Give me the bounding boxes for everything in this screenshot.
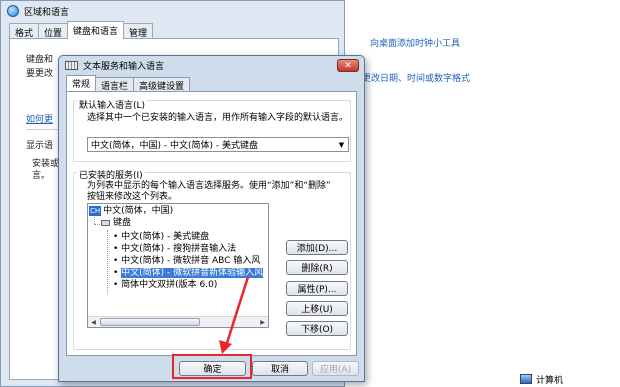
close-button[interactable]: ✕ [337,59,359,72]
cancel-button[interactable]: 取消 [252,361,308,376]
move-down-button[interactable]: 下移(O) [286,321,348,336]
tab-keyboards-languages[interactable]: 键盘和语言 [67,21,125,39]
tree-service-item[interactable]: • 中文(简体) - 搜狗拼音输入法 [113,244,236,255]
region-dialog-titlebar: 区域和语言 [1,1,344,21]
region-dialog-title: 区域和语言 [24,7,70,18]
tree-service-label: 中文(简体) - 美式键盘 [121,232,210,242]
apply-button[interactable]: 应用(A) [312,361,359,376]
remove-button[interactable]: 删除(R) [286,260,348,275]
tree-connector [94,224,100,225]
default-language-description: 选择其中一个已安装的输入语言，用作所有输入字段的默认语言。 [87,113,349,123]
chevron-down-icon[interactable]: ▼ [336,139,347,150]
scrollbar-thumb[interactable] [100,318,200,326]
tab-general[interactable]: 常规 [66,75,97,91]
how-to-link[interactable]: 如何更 [26,112,53,125]
properties-button[interactable]: 属性(P)... [286,281,348,296]
installed-services-label: 已安装的服务(I) [77,168,145,181]
computer-icon [520,374,532,384]
tree-service-item[interactable]: • 中文(简体) - 美式键盘 [113,232,209,243]
tree-connector [107,230,108,294]
dialog-body: 默认输入语言(L) 选择其中一个已安装的输入语言，用作所有输入字段的默认语言。 … [66,91,357,356]
bullet: • [113,232,122,242]
tree-keyboard-node[interactable]: 键盘 [101,218,131,229]
default-language-label: 默认输入语言(L) [77,98,148,111]
move-up-button[interactable]: 上移(U) [286,301,348,316]
taskbar-computer[interactable]: 计算机 [520,371,620,387]
taskbar-computer-label: 计算机 [536,375,564,386]
default-language-value: 中文(简体，中国) - 中文(简体) - 美式键盘 [91,141,258,151]
tree-language-node[interactable]: CH 中文(简体，中国) [89,206,173,217]
keyboard-section-text: 要更改 [26,69,54,79]
display-language-label: 显示语 [26,141,54,151]
dialog-title: 文本服务和输入语言 [83,62,165,72]
tab-location[interactable]: 位置 [38,23,69,39]
horizontal-scrollbar[interactable]: ◀ ▶ [88,316,268,327]
tab-advanced-key-settings[interactable]: 高级键设置 [133,77,191,92]
scroll-right-icon[interactable]: ▶ [258,318,267,327]
display-language-text-b: 言。 [32,171,51,181]
change-date-format-link[interactable]: 更改日期、时间或数字格式 [362,71,470,84]
bullet: • [113,244,122,254]
tree-service-item[interactable]: • 中文(简体) - 微软拼音 ABC 输入风 [113,256,260,267]
tree-service-label: 中文(简体) - 微软拼音新体验输入风 [121,268,264,278]
keyboard-icon [65,61,78,70]
bullet: • [113,268,122,278]
control-panel-background [345,0,620,387]
tab-language-bar[interactable]: 语言栏 [95,77,135,92]
installed-services-tree[interactable]: CH 中文(简体，中国) 键盘 • 中文(简体) - 美式键盘 • 中文(简体) … [87,203,269,328]
tab-formats[interactable]: 格式 [9,23,40,39]
bullet: • [113,280,122,290]
ok-highlight-box [172,354,252,379]
tree-keyboard-label: 键盘 [113,218,132,228]
tree-service-label: 中文(简体) - 搜狗拼音输入法 [121,244,237,254]
dialog-tabs: 常规 语言栏 高级键设置 [66,75,191,92]
tab-administrative[interactable]: 管理 [123,23,154,39]
tree-service-item-selected[interactable]: • 中文(简体) - 微软拼音新体验输入风 [113,268,264,279]
default-language-select[interactable]: 中文(简体，中国) - 中文(简体) - 美式键盘 ▼ [87,137,349,152]
tree-language-label: 中文(简体，中国) [103,206,174,216]
add-button[interactable]: 添加(D)... [286,240,348,255]
globe-icon [7,5,19,17]
tree-service-label: 中文(简体) - 微软拼音 ABC 输入风 [121,256,261,266]
tree-service-item[interactable]: • 简体中文双拼(版本 6.0) [113,280,217,291]
installed-services-description-2: 按钮来修改这个列表。 [87,192,178,202]
bullet: • [113,256,122,266]
add-clock-gadget-link[interactable]: 向桌面添加时钟小工具 [370,36,460,49]
region-tabs: 格式 位置 键盘和语言 管理 [9,21,154,39]
scroll-left-icon[interactable]: ◀ [89,318,98,327]
tree-service-label: 简体中文双拼(版本 6.0) [121,280,218,290]
keyboard-section-label: 键盘和 [26,55,54,65]
text-services-dialog: 文本服务和输入语言 ✕ 常规 语言栏 高级键设置 默认输入语言(L) 选择其中一… [58,55,365,382]
language-badge: CH [89,206,102,216]
dialog-titlebar[interactable]: 文本服务和输入语言 [59,56,364,75]
installed-services-description-1: 为列表中显示的每个输入语言选择服务。使用“添加”和“删除” [87,181,331,191]
keyboard-icon [101,219,110,226]
